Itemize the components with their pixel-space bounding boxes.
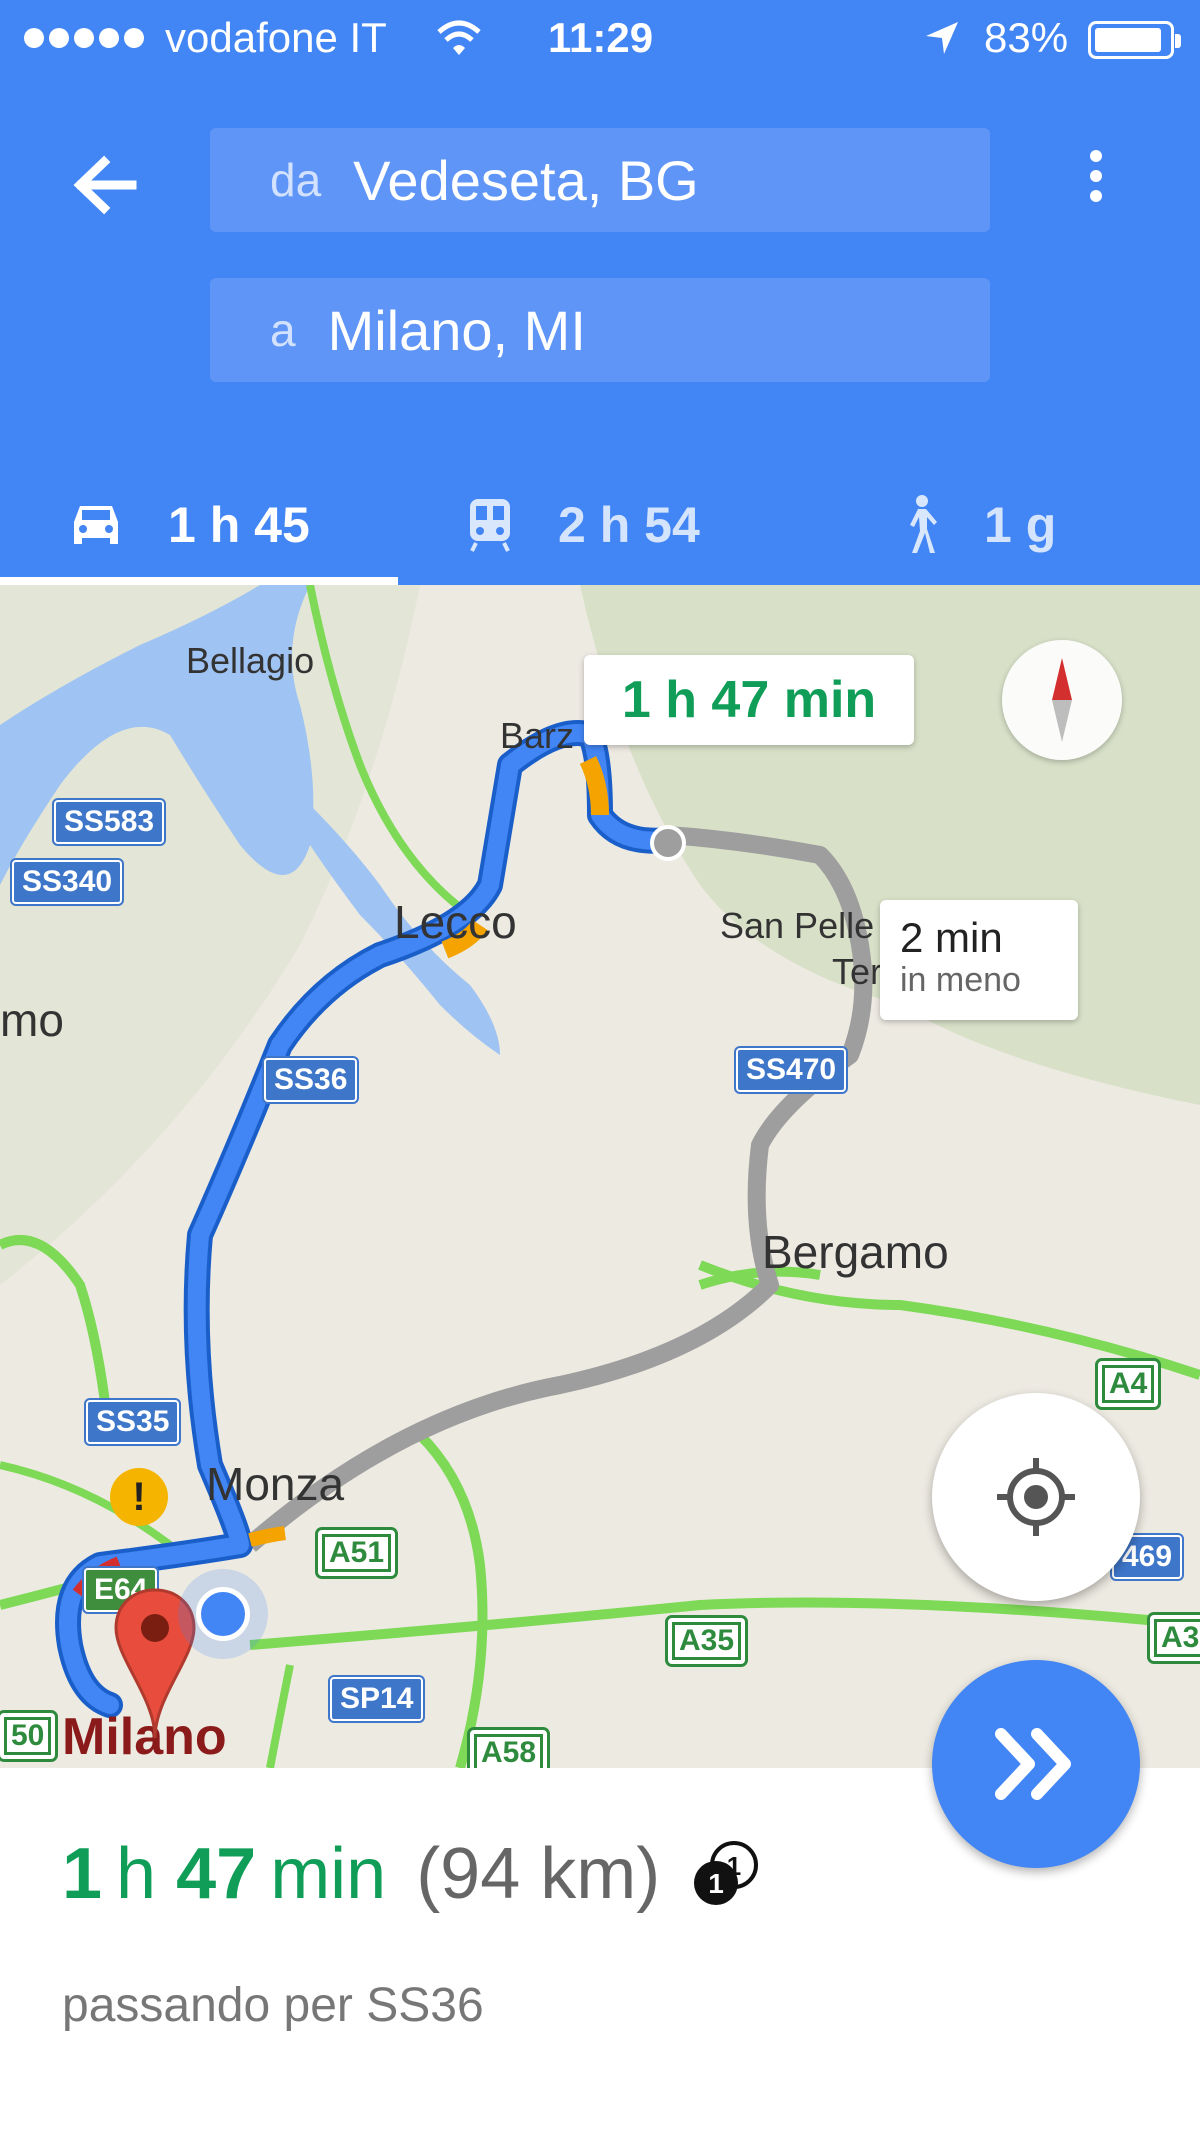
road-shield-ss470: SS470 <box>736 1048 847 1092</box>
svg-text:1: 1 <box>708 1868 724 1899</box>
duration-minutes-unit: min <box>270 1834 387 1914</box>
more-options-icon[interactable] <box>1068 142 1124 228</box>
duration-minutes: 47 <box>176 1834 257 1914</box>
road-shield-a4: A4 <box>1098 1361 1159 1407</box>
alt-route-note: in meno <box>900 961 1021 999</box>
carrier-name: vodafone IT <box>165 14 387 61</box>
toll-icon: 1 1 <box>694 1841 759 1905</box>
origin-value: Vedeseta, BG <box>353 148 699 212</box>
route-distance: (94 km) <box>416 1834 661 1914</box>
train-icon <box>470 499 510 552</box>
duration-hours-unit: h <box>116 1834 157 1914</box>
alt-route-time-saved: 2 min <box>900 914 1003 961</box>
tab-driving[interactable]: 1 h 45 <box>68 465 310 585</box>
destination-prefix: a <box>270 304 296 356</box>
my-location-button[interactable] <box>932 1393 1140 1601</box>
road-shield-a35: A35 <box>668 1618 746 1664</box>
start-navigation-button[interactable] <box>932 1660 1140 1868</box>
route-via: passando per SS36 <box>62 1979 484 2032</box>
road-shield-ss35: SS35 <box>86 1400 180 1444</box>
road-shield-ss340: SS340 <box>12 860 123 904</box>
back-arrow-icon[interactable] <box>62 142 148 228</box>
travel-mode-tabs: 1 h 45 2 h 54 1 g <box>0 465 1200 585</box>
crosshair-icon <box>997 1458 1075 1536</box>
status-bar: vodafone IT 11:29 83% <box>0 0 1200 78</box>
car-icon <box>74 506 118 544</box>
compass-icon <box>1052 658 1072 742</box>
main-route-callout[interactable]: 1 h 47 min <box>584 655 914 745</box>
tab-transit[interactable]: 2 h 54 <box>466 465 700 585</box>
road-shield-a58: A58 <box>470 1730 548 1768</box>
place-bellagio: Bellagio <box>186 640 315 681</box>
battery-percentage: 83% <box>984 14 1069 61</box>
road-shield-a3: A3 <box>1150 1615 1200 1661</box>
place-san-pellegrino: San Pelle <box>720 905 875 946</box>
origin-prefix: da <box>270 154 322 206</box>
place-monza: Monza <box>206 1458 345 1510</box>
road-shield-ss583: SS583 <box>54 800 165 844</box>
signal-strength-icon <box>24 28 144 48</box>
route-summary: 1 h 47 min (94 km) 1 1 <box>62 1833 766 1915</box>
my-location-dot <box>196 1587 250 1641</box>
tab-walking[interactable]: 1 g <box>900 465 1056 585</box>
walking-time: 1 g <box>984 497 1057 553</box>
alt-route-callout[interactable]: 2 min in meno <box>880 900 1078 1020</box>
place-bergamo: Bergamo <box>762 1226 949 1278</box>
main-route-duration: 1 h 47 min <box>621 671 877 729</box>
compass-button[interactable] <box>1002 640 1122 760</box>
double-chevron-right-icon <box>995 1728 1071 1800</box>
selected-tab-indicator <box>0 577 398 585</box>
origin-field[interactable]: da Vedeseta, BG <box>210 128 990 232</box>
destination-field[interactable]: a Milano, MI <box>210 278 990 382</box>
destination-value: Milano, MI <box>327 298 586 362</box>
duration-hours: 1 <box>62 1834 103 1914</box>
place-lecco: Lecco <box>394 896 517 948</box>
location-arrow-icon <box>926 22 958 54</box>
directions-header: vodafone IT 11:29 83% da Vedeseta, BG a … <box>0 0 1200 585</box>
clock: 11:29 <box>548 14 654 61</box>
place-como: mo <box>0 994 64 1046</box>
walk-icon <box>910 495 937 553</box>
road-shield-a51: A51 <box>318 1530 396 1576</box>
transit-time: 2 h 54 <box>558 497 700 553</box>
road-shield-50: 50 <box>0 1713 56 1759</box>
road-shield-ss36: SS36 <box>264 1058 358 1102</box>
battery-icon <box>1088 21 1181 59</box>
driving-time: 1 h 45 <box>168 497 310 553</box>
place-barzio: Barz <box>500 715 575 756</box>
destination-pin-icon <box>114 1588 196 1739</box>
route-map[interactable]: Bellagio Barz Lecco San Pelle Term mo Be… <box>0 585 1200 1768</box>
road-shield-sp14: SP14 <box>330 1677 424 1721</box>
traffic-warning-icon[interactable]: ! <box>110 1468 168 1526</box>
wifi-icon <box>437 20 481 55</box>
